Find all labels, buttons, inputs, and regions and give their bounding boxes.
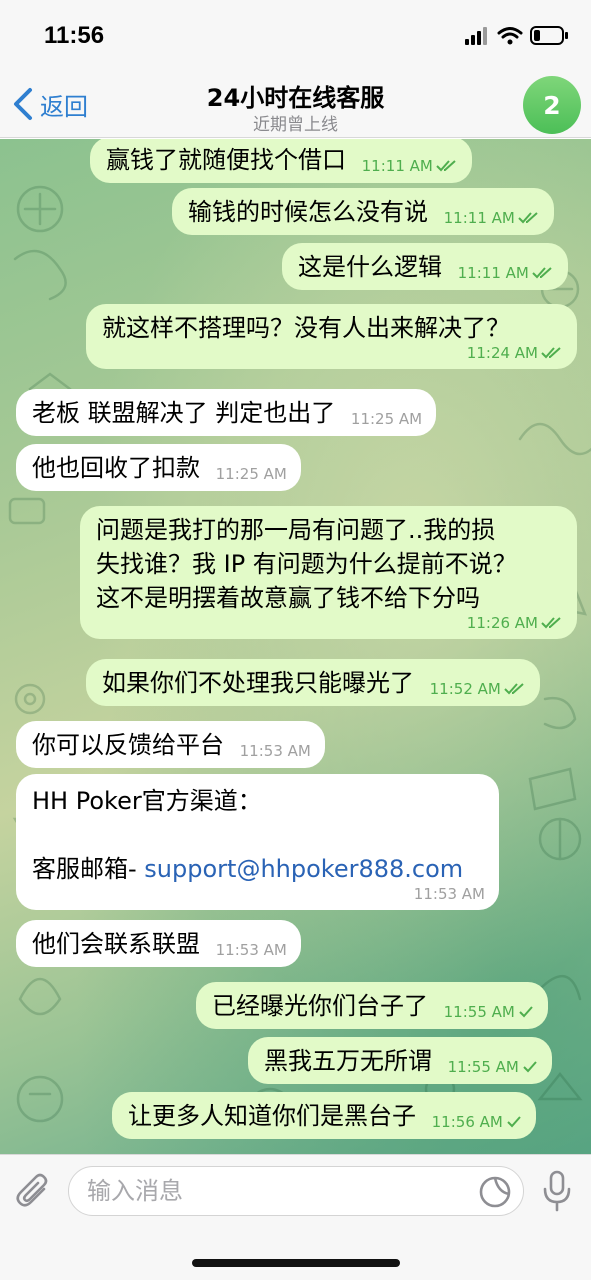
message-text-line: 失找谁？我 IP 有问题为什么提前不说？ (96, 550, 517, 578)
message-text: 如果你们不处理我只能曝光了 (102, 669, 414, 697)
check-icon (519, 1006, 533, 1018)
message-meta: 11:11 AM (458, 263, 554, 283)
message-text: 黑我五万无所谓 (264, 1047, 432, 1075)
message-meta: 11:53 AM (216, 940, 287, 960)
wifi-icon (497, 27, 523, 45)
message-time: 11:56 AM (431, 1113, 503, 1131)
message-text: 让更多人知道你们是黑台子 (128, 1102, 416, 1130)
double-check-icon (436, 160, 456, 172)
message-meta: 11:11 AM (362, 156, 458, 176)
chat-status: 近期曾上线 (253, 115, 338, 135)
message-meta: 11:55 AM (444, 1002, 534, 1022)
chat-title[interactable]: 24小时在线客服 (0, 78, 591, 113)
message-time: 11:26 AM (466, 614, 538, 632)
message-bubble-outgoing[interactable]: 已经曝光你们台子了 11:55 AM (196, 982, 548, 1029)
message-bubble-outgoing[interactable]: 问题是我打的那一局有问题了..我的损 失找谁？我 IP 有问题为什么提前不说？ … (80, 506, 577, 639)
status-time: 11:56 (44, 22, 105, 49)
message-time: 11:52 AM (429, 680, 501, 698)
double-check-icon (541, 617, 561, 629)
check-icon (523, 1061, 537, 1073)
message-text: 老板 联盟解决了 判定也出了 (32, 399, 336, 427)
message-bubble-outgoing[interactable]: 输钱的时候怎么没有说 11:11 AM (172, 188, 554, 235)
message-text: 他们会联系联盟 (32, 930, 200, 958)
double-check-icon (518, 212, 538, 224)
message-time: 11:11 AM (361, 157, 433, 175)
message-bubble-outgoing[interactable]: 黑我五万无所谓 11:55 AM (248, 1037, 552, 1084)
message-meta: 11:55 AM (448, 1057, 538, 1077)
message-meta: 11:52 AM (430, 679, 526, 699)
home-indicator (192, 1259, 400, 1267)
message-input[interactable] (68, 1166, 524, 1216)
message-text-line: 问题是我打的那一局有问题了..我的损 (96, 516, 496, 544)
microphone-icon[interactable] (540, 1170, 574, 1212)
message-text-line: 客服邮箱- support@hhpoker888.com (32, 852, 485, 886)
message-bubble-incoming[interactable]: 你可以反馈给平台 11:53 AM (16, 721, 325, 768)
message-bubble-incoming[interactable]: 他们会联系联盟 11:53 AM (16, 920, 301, 967)
message-text: 赢钱了就随便找个借口 (106, 146, 346, 174)
message-meta: 11:11 AM (444, 208, 540, 228)
message-text: 已经曝光你们台子了 (212, 992, 428, 1020)
message-text-line: HH Poker官方渠道： (32, 787, 262, 815)
message-time: 11:24 AM (466, 344, 538, 362)
double-check-icon (504, 683, 524, 695)
paperclip-icon[interactable] (14, 1171, 54, 1211)
check-icon (507, 1116, 521, 1128)
sticker-icon[interactable] (478, 1175, 512, 1209)
message-text: 就这样不搭理吗？没有人出来解决了？ (102, 314, 510, 342)
message-text-line: 这不是明摆着故意赢了钱不给下分吗 (96, 584, 480, 612)
message-text: 他也回收了扣款 (32, 454, 200, 482)
avatar[interactable]: 2 (523, 76, 581, 134)
message-bubble-incoming[interactable]: HH Poker官方渠道： 客服邮箱- support@hhpoker888.c… (16, 774, 499, 910)
message-meta: 11:26 AM (96, 613, 563, 633)
message-bubble-outgoing[interactable]: 赢钱了就随便找个借口 11:11 AM (90, 139, 472, 183)
double-check-icon (541, 347, 561, 359)
message-time: 11:53 AM (239, 742, 311, 760)
message-bubble-outgoing[interactable]: 这是什么逻辑 11:11 AM (282, 243, 568, 290)
message-meta: 11:24 AM (102, 343, 563, 363)
message-bubble-outgoing[interactable]: 让更多人知道你们是黑台子 11:56 AM (112, 1092, 536, 1139)
message-meta: 11:53 AM (240, 741, 311, 761)
message-time: 11:55 AM (443, 1003, 515, 1021)
battery-icon (530, 26, 568, 45)
message-text: 你可以反馈给平台 (32, 731, 224, 759)
message-time: 11:11 AM (457, 264, 529, 282)
message-bubble-outgoing[interactable]: 如果你们不处理我只能曝光了 11:52 AM (86, 659, 540, 706)
chat-area[interactable]: 赢钱了就随便找个借口 11:11 AM 输钱的时候怎么没有说 11:11 AM … (0, 139, 591, 1154)
email-link[interactable]: support@hhpoker888.com (144, 855, 463, 883)
message-meta: 11:25 AM (216, 464, 287, 484)
message-meta: 11:53 AM (32, 884, 485, 904)
message-time: 11:25 AM (350, 410, 423, 428)
avatar-badge-count: 2 (543, 90, 561, 120)
message-bubble-incoming[interactable]: 老板 联盟解决了 判定也出了 11:25 AM (16, 389, 437, 436)
message-time: 11:55 AM (447, 1058, 519, 1076)
message-bubble-incoming[interactable]: 他也回收了扣款 11:25 AM (16, 444, 301, 491)
double-check-icon (532, 267, 552, 279)
message-time: 11:25 AM (215, 465, 287, 483)
message-time: 11:53 AM (215, 941, 287, 959)
message-text: 输钱的时候怎么没有说 (188, 198, 428, 226)
message-meta: 11:25 AM (351, 409, 422, 429)
message-bubble-outgoing[interactable]: 就这样不搭理吗？没有人出来解决了？ 11:24 AM (86, 304, 577, 369)
signal-icon (465, 27, 487, 45)
status-icons (465, 24, 569, 48)
message-meta: 11:56 AM (432, 1112, 522, 1132)
message-time: 11:11 AM (443, 209, 515, 227)
message-text: 客服邮箱- (32, 855, 145, 883)
message-text: 这是什么逻辑 (298, 253, 442, 281)
chat-header: 返回 24小时在线客服 近期曾上线 2 (0, 70, 591, 138)
message-time: 11:53 AM (413, 885, 485, 903)
status-bar: 11:56 (0, 0, 591, 70)
